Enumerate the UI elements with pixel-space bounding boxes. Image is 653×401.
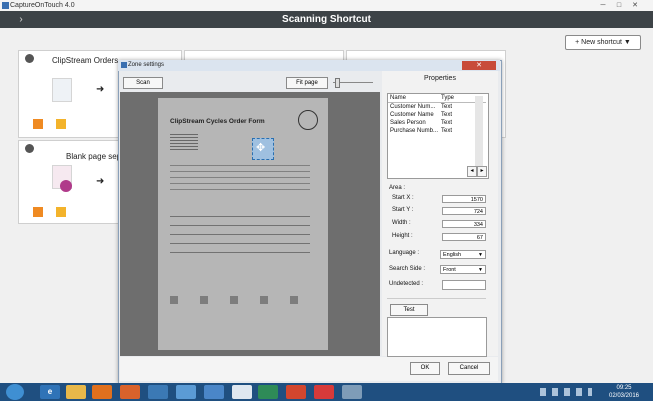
scan-settings-icon[interactable]	[33, 119, 43, 129]
undetected-label: Undetected :	[389, 281, 424, 287]
pdf-icon[interactable]	[314, 385, 334, 399]
card-label: Blank page sepa	[66, 152, 118, 161]
scan-settings-icon[interactable]	[33, 207, 43, 217]
app-icon	[2, 2, 9, 9]
table-row[interactable]: Purchase Numb...	[390, 128, 438, 134]
height-field[interactable]: 67	[442, 233, 486, 241]
table-cell: Text	[441, 128, 453, 134]
scanner-icon[interactable]	[342, 385, 362, 399]
start-button[interactable]	[6, 384, 24, 400]
scan-button[interactable]: Scan	[123, 77, 163, 89]
signature-line	[170, 296, 310, 304]
height-label: Height :	[392, 233, 413, 239]
column-header: Name	[390, 95, 407, 101]
ok-button[interactable]: OK	[410, 362, 440, 375]
clock-date: 02/03/2016	[608, 393, 640, 399]
table-row[interactable]: Customer Num...	[390, 104, 435, 110]
arrow-right-icon: ➜	[96, 84, 105, 95]
language-value: English	[443, 252, 462, 258]
dialog-footer	[120, 357, 498, 381]
cancel-button[interactable]: Cancel	[448, 362, 490, 375]
card-label: ClipStream Orders a	[52, 56, 118, 65]
document-thumbnail-icon	[52, 78, 72, 102]
start-x-label: Start X :	[392, 195, 414, 201]
scrollbar[interactable]	[475, 96, 483, 174]
maximize-icon[interactable]: □	[614, 1, 624, 10]
language-select[interactable]: English ▼	[440, 250, 486, 259]
table-row[interactable]: Sales Person	[390, 120, 426, 126]
arrow-right-icon: ➜	[96, 176, 105, 187]
properties-title: Properties	[424, 75, 456, 82]
start-x-field[interactable]: 1570	[442, 195, 486, 203]
clock-time: 09:25	[616, 385, 632, 391]
zoom-slider[interactable]	[333, 77, 373, 88]
close-icon[interactable]: ✕	[462, 61, 496, 70]
firefox-icon[interactable]	[120, 385, 140, 399]
table-cell: Text	[441, 112, 453, 118]
flower-icon	[60, 180, 72, 192]
test-button[interactable]: Test	[390, 304, 428, 316]
order-table	[170, 216, 310, 254]
card-status-icon	[25, 144, 34, 153]
arrow-left-icon[interactable]: ◂	[467, 166, 477, 177]
table-cell: Text	[441, 104, 453, 110]
search-side-value: Front	[443, 267, 456, 273]
app-title: CaptureOnTouch 4.0	[10, 2, 75, 9]
clock[interactable]: 09:25 02/03/2016	[604, 384, 644, 400]
address-block	[170, 134, 198, 150]
divider	[387, 298, 486, 299]
fit-page-button[interactable]: Fit page	[286, 77, 328, 89]
language-label: Language :	[389, 250, 420, 256]
page-title: Scanning Shortcut	[282, 14, 371, 25]
customer-section	[170, 165, 310, 193]
dialog-icon	[121, 62, 127, 68]
dialog-title: Zone settings	[128, 62, 165, 68]
media-player-icon[interactable]	[92, 385, 112, 399]
width-label: Width :	[392, 220, 411, 226]
dialog-title-bar	[118, 60, 500, 71]
search-side-label: Search Side :	[389, 266, 426, 272]
arrow-right-icon[interactable]: ▸	[477, 166, 487, 177]
search-icon[interactable]	[176, 385, 196, 399]
spreadsheet-icon[interactable]	[258, 385, 278, 399]
edit-icon[interactable]	[56, 119, 66, 129]
capture-icon[interactable]	[204, 385, 224, 399]
undetected-field[interactable]	[442, 280, 486, 290]
column-header: Type	[441, 95, 455, 101]
chevron-down-icon: ▼	[478, 267, 483, 273]
area-label: Area :	[389, 185, 406, 191]
table-row[interactable]: Customer Name	[390, 112, 434, 118]
document-icon[interactable]	[232, 385, 252, 399]
company-logo	[298, 110, 318, 130]
edit-icon[interactable]	[56, 207, 66, 217]
folder-icon[interactable]	[66, 385, 86, 399]
document-heading: ClipStream Cycles Order Form	[170, 118, 265, 125]
start-y-field[interactable]: 724	[442, 207, 486, 215]
table-cell: Text	[441, 120, 453, 126]
chevron-down-icon: ▼	[478, 252, 483, 258]
search-side-select[interactable]: Front ▼	[440, 265, 486, 274]
move-icon[interactable]: ✥	[256, 141, 265, 154]
card-status-icon	[25, 54, 34, 63]
width-field[interactable]: 334	[442, 220, 486, 228]
new-shortcut-button[interactable]: + New shortcut ▼	[565, 35, 641, 50]
app-icon[interactable]	[148, 385, 168, 399]
close-icon[interactable]: ✕	[630, 1, 640, 10]
header-divider	[388, 102, 486, 103]
browser-icon[interactable]: e	[40, 385, 60, 399]
test-result-area	[387, 317, 487, 357]
presentation-icon[interactable]	[286, 385, 306, 399]
minimize-icon[interactable]: ─	[598, 1, 608, 10]
system-tray-icons[interactable]	[540, 388, 592, 396]
start-y-label: Start Y :	[392, 207, 414, 213]
